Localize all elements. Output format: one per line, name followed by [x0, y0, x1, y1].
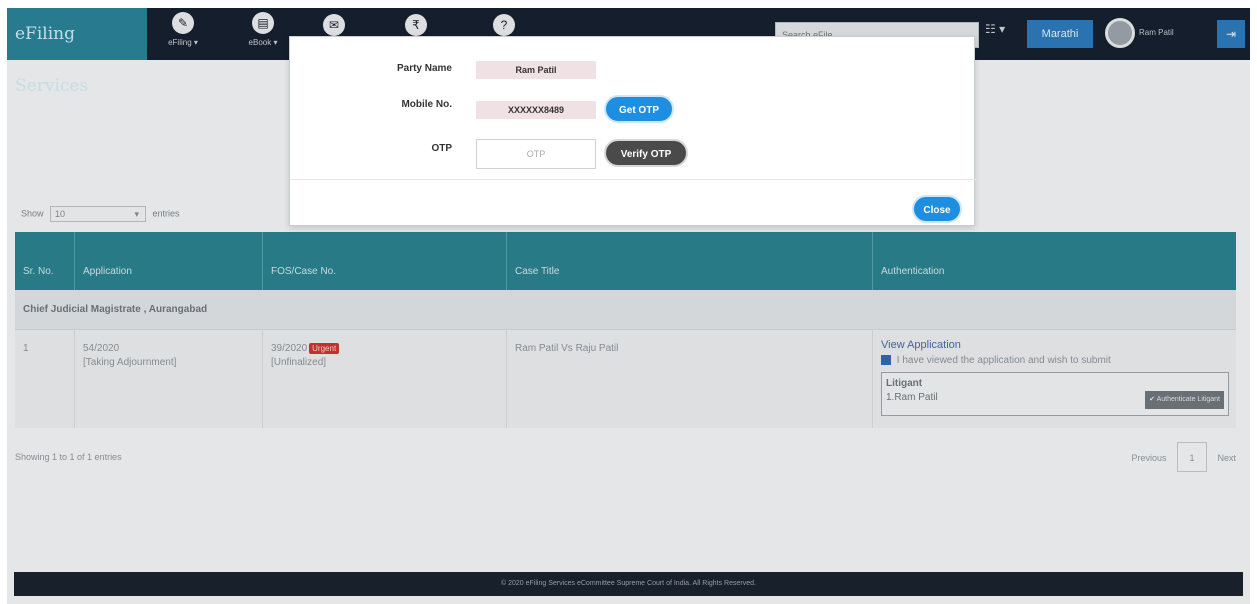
screen: eFiling Services ✎ eFiling ▾ ▤ eBook ▾ ✉…	[0, 0, 1257, 604]
otp-modal: Party Name Ram Patil Mobile No. XXXXXX84…	[289, 36, 976, 226]
close-button[interactable]: Close	[912, 195, 962, 223]
verify-otp-button[interactable]: Verify OTP	[604, 139, 688, 167]
mobile-value: XXXXXX8489	[476, 101, 596, 119]
mobile-label: Mobile No.	[401, 99, 452, 110]
otp-input[interactable]: OTP	[476, 139, 596, 169]
get-otp-button[interactable]: Get OTP	[604, 95, 674, 123]
party-name-label: Party Name	[396, 63, 452, 74]
party-name-value: Ram Patil	[476, 61, 596, 79]
modal-divider	[290, 179, 976, 180]
otp-label: OTP	[431, 143, 452, 154]
